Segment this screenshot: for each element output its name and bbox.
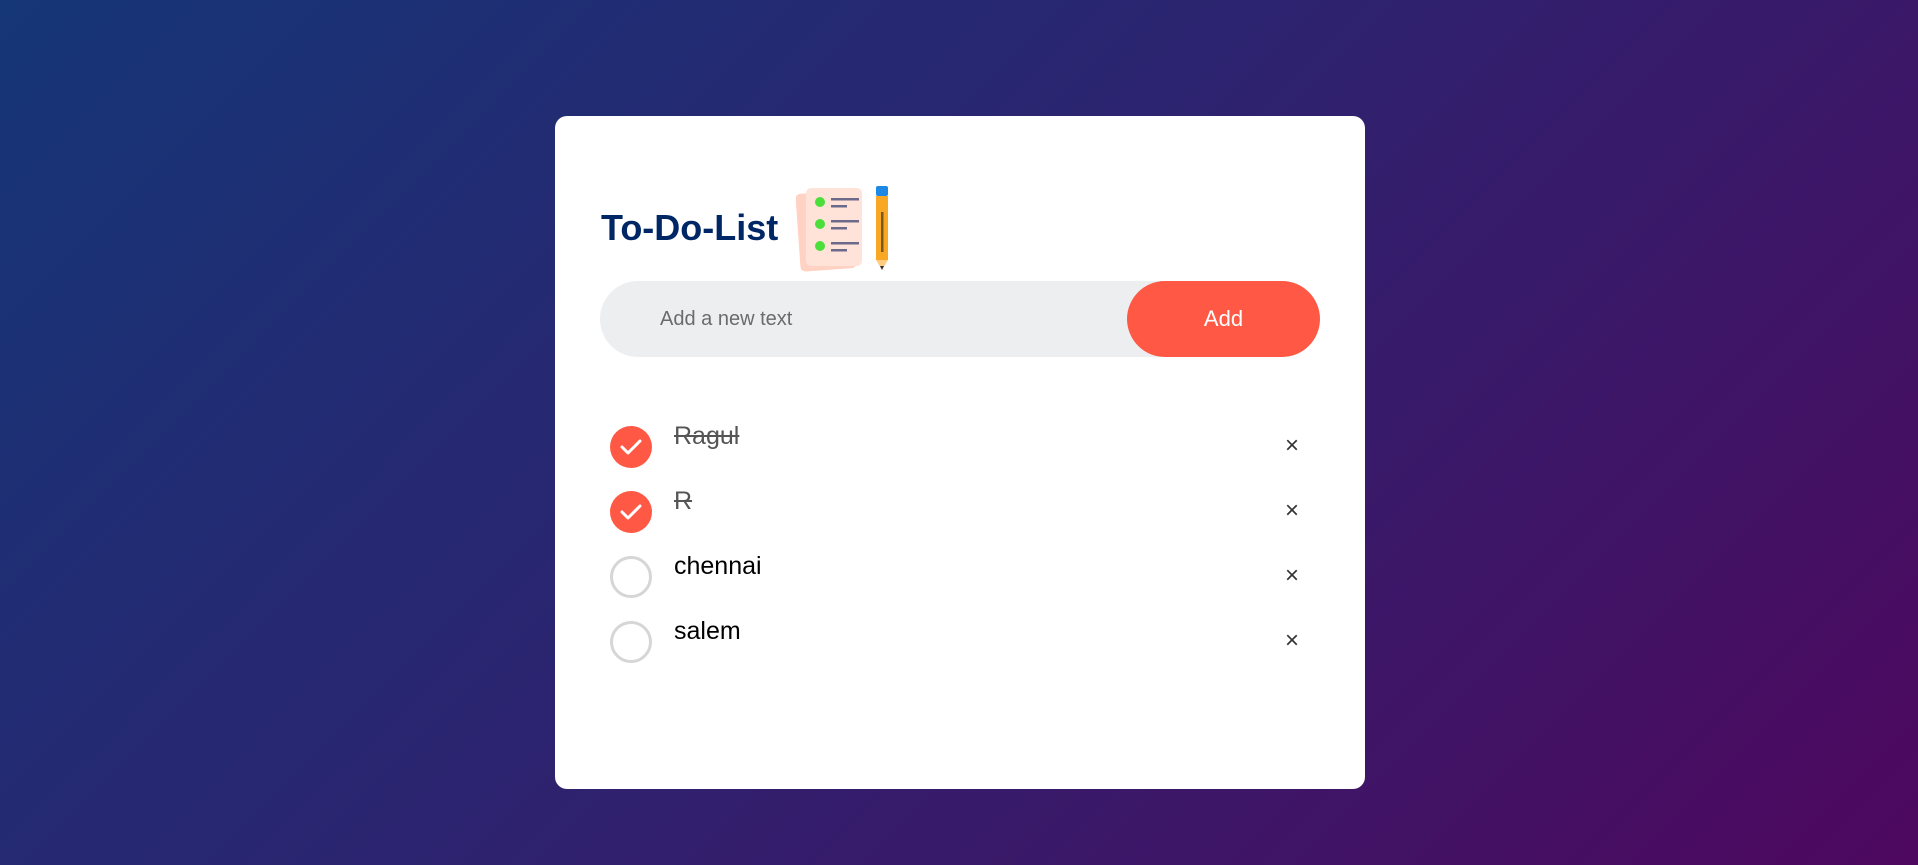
task-label: salem [674,617,741,645]
unchecked-circle-icon[interactable] [610,621,652,663]
task-label: R [674,487,693,515]
checklist-with-pencil-icon [796,186,889,272]
checked-circle-icon[interactable] [610,426,652,468]
page-title: To-Do-List [601,207,779,248]
checked-circle-icon[interactable] [610,491,652,533]
todo-card: To-Do-List Add Ragul×R×chennai×salem× [555,116,1365,789]
checkmark-icon [620,504,642,520]
close-icon[interactable]: × [1274,493,1310,529]
task-input[interactable] [600,306,1127,332]
add-task-bar: Add [600,281,1320,357]
task-label: Ragul [674,422,740,450]
task-label: chennai [674,552,762,580]
close-icon[interactable]: × [1274,623,1310,659]
list-item[interactable]: salem × [610,611,1310,676]
list-item[interactable]: Ragul × [610,416,1310,481]
list-item[interactable]: chennai × [610,546,1310,611]
header: To-Do-List [601,184,892,272]
close-icon[interactable]: × [1274,428,1310,464]
list-item[interactable]: R × [610,481,1310,546]
add-button[interactable]: Add [1127,281,1320,357]
close-icon[interactable]: × [1274,558,1310,594]
checkmark-icon [620,439,642,455]
task-list: Ragul × R × chennai × salem × [610,416,1310,676]
unchecked-circle-icon[interactable] [610,556,652,598]
